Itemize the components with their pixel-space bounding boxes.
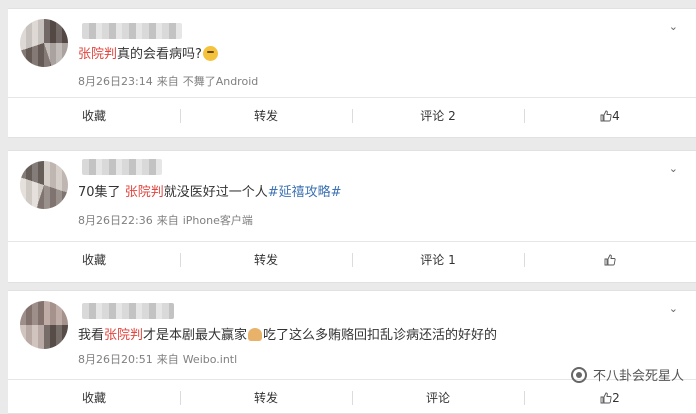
post-source[interactable]: 不舞了Android xyxy=(183,75,259,88)
avatar[interactable] xyxy=(20,19,68,67)
weibo-comment-card: ⌄ 张院判真的会看病吗? 8月26日23:14 来自 不舞了Android 收藏 转… xyxy=(8,8,696,138)
post-text-after-2: 吃了这么多贿赂回扣乱诊病还活的好好的 xyxy=(263,328,498,343)
like-count: 2 xyxy=(612,390,620,405)
post-text-before: 70集了 xyxy=(78,185,125,200)
post-time[interactable]: 8月26日22:36 xyxy=(78,214,153,227)
like-button[interactable]: 4 xyxy=(524,108,696,124)
favorite-button[interactable]: 收藏 xyxy=(8,252,180,268)
chevron-down-icon[interactable]: ⌄ xyxy=(669,163,678,174)
like-button[interactable]: 2 xyxy=(524,390,696,406)
avatar[interactable] xyxy=(20,161,68,209)
highlight-keyword[interactable]: 张院判 xyxy=(78,47,117,62)
post-text-after: 真的会看病吗? xyxy=(117,47,202,62)
weibo-comment-card: ⌄ 我看张院判才是本剧最大赢家 吃了这么多贿赂回扣乱诊病还活的好好的 8月26日2… xyxy=(8,290,696,414)
comment-button[interactable]: 评论 2 xyxy=(352,108,524,124)
post-text-after: 才是本剧最大赢家 xyxy=(143,328,248,343)
like-count: 4 xyxy=(612,108,620,123)
post-text-before: 我看 xyxy=(78,328,105,343)
username-blurred[interactable] xyxy=(82,303,174,319)
watermark-text: 不八卦会死星人 xyxy=(592,369,684,384)
action-bar: 收藏 转发 评论 1 xyxy=(8,241,696,277)
post-meta: 8月26日22:36 来自 iPhone客户端 xyxy=(78,212,257,228)
praying-hands-emoji-icon xyxy=(248,328,263,341)
favorite-button[interactable]: 收藏 xyxy=(8,108,180,124)
repost-button[interactable]: 转发 xyxy=(180,252,352,268)
post-text: 我看张院判才是本剧最大赢家 吃了这么多贿赂回扣乱诊病还活的好好的 xyxy=(78,327,497,345)
post-text-after: 就没医好过一个人 xyxy=(163,185,268,200)
username-blurred[interactable] xyxy=(82,159,162,175)
like-button[interactable] xyxy=(524,252,696,268)
highlight-keyword[interactable]: 张院判 xyxy=(125,185,164,200)
avatar[interactable] xyxy=(20,301,68,349)
comment-button[interactable]: 评论 xyxy=(352,390,524,406)
favorite-button[interactable]: 收藏 xyxy=(8,390,180,406)
username-blurred[interactable] xyxy=(82,23,182,39)
action-bar: 收藏 转发 评论 2 4 xyxy=(8,97,696,133)
thumbs-up-icon xyxy=(604,254,616,265)
post-meta: 8月26日23:14 来自 不舞了Android xyxy=(78,73,262,89)
post-from-label: 来自 xyxy=(156,214,179,227)
thumbs-up-icon xyxy=(600,110,612,121)
post-time[interactable]: 8月26日23:14 xyxy=(78,75,153,88)
watermark: 不八卦会死星人 xyxy=(570,365,684,384)
thumbs-up-icon xyxy=(600,392,612,403)
hashtag-link[interactable]: #延禧攻略# xyxy=(268,185,342,200)
chevron-down-icon[interactable]: ⌄ xyxy=(669,303,678,314)
post-from-label: 来自 xyxy=(156,75,179,88)
repost-button[interactable]: 转发 xyxy=(180,108,352,124)
chevron-down-icon[interactable]: ⌄ xyxy=(669,21,678,32)
post-source[interactable]: iPhone客户端 xyxy=(183,214,253,227)
wechat-account-icon xyxy=(570,366,587,383)
weibo-comment-card: ⌄ 70集了 张院判就没医好过一个人#延禧攻略# 8月26日22:36 来自 iPh… xyxy=(8,150,696,283)
post-text: 张院判真的会看病吗? xyxy=(78,46,218,64)
post-text: 70集了 张院判就没医好过一个人#延禧攻略# xyxy=(78,184,342,202)
repost-button[interactable]: 转发 xyxy=(180,390,352,406)
highlight-keyword[interactable]: 张院判 xyxy=(104,328,143,343)
post-meta: 8月26日20:51 来自 Weibo.intl xyxy=(78,351,241,367)
post-source[interactable]: Weibo.intl xyxy=(183,353,237,366)
post-from-label: 来自 xyxy=(156,353,179,366)
action-bar: 收藏 转发 评论 2 xyxy=(8,379,696,414)
comment-button[interactable]: 评论 1 xyxy=(352,252,524,268)
thinking-emoji-icon xyxy=(202,46,218,61)
post-time[interactable]: 8月26日20:51 xyxy=(78,353,153,366)
